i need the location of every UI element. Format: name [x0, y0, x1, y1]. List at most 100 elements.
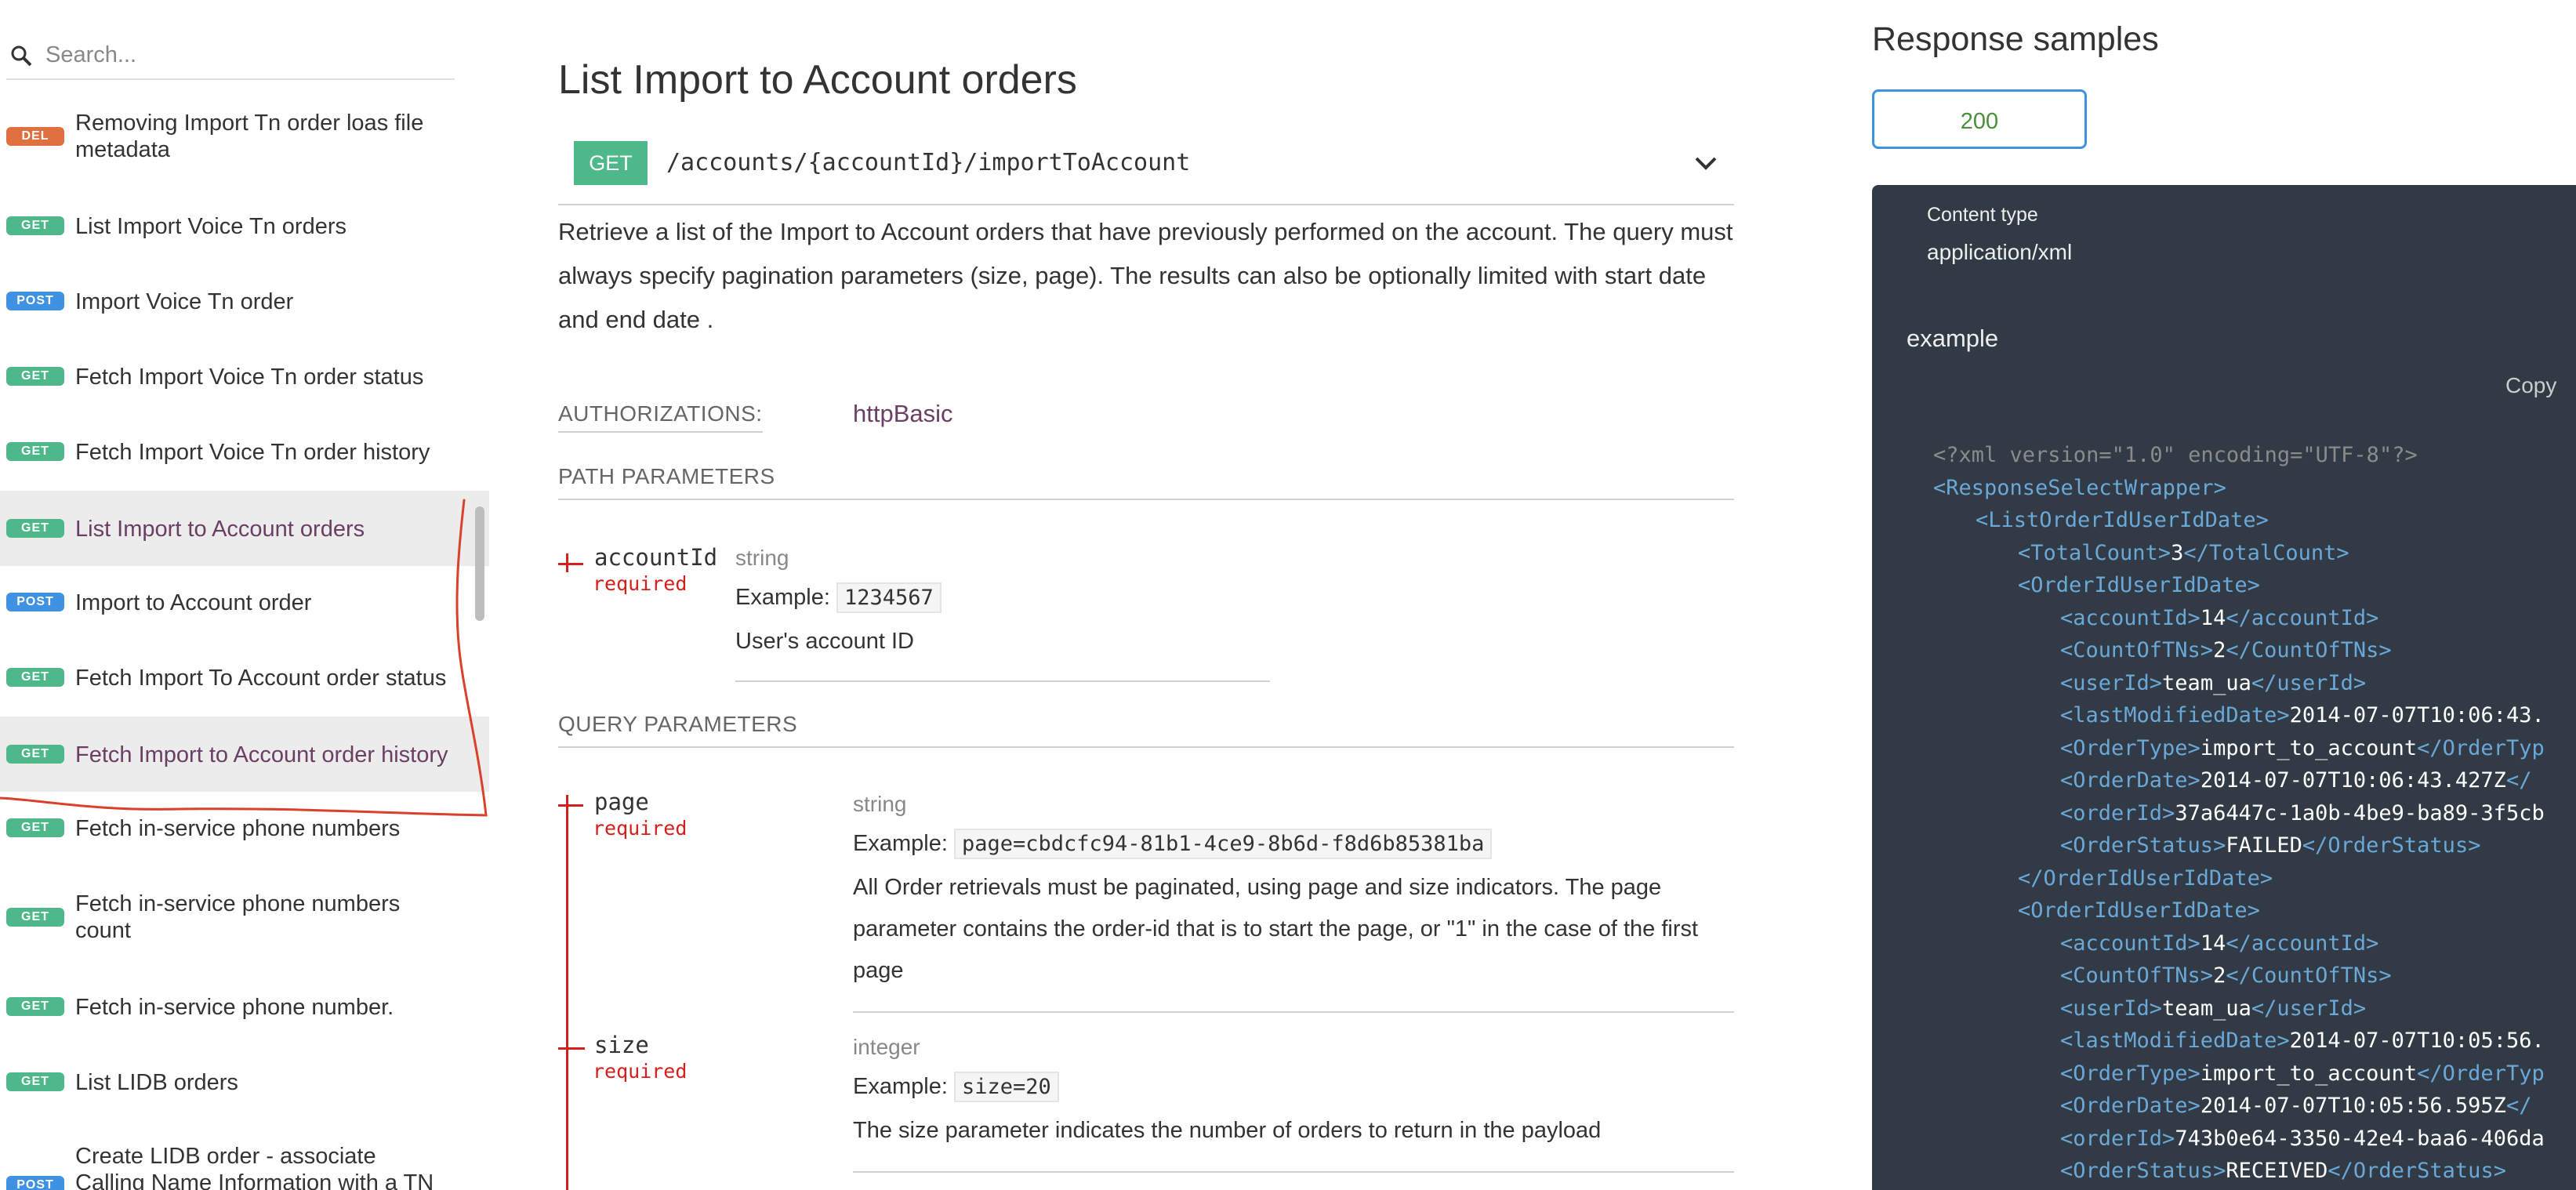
xml-tag: <OrderType> [2060, 1061, 2200, 1086]
sidebar-item-fetch-in-service-phone-number[interactable]: GET Fetch in-service phone number. [0, 989, 489, 1025]
code-line: <OrderIdUserIdDate> [1933, 569, 2545, 602]
param-description: User's account ID [735, 629, 914, 654]
divider [735, 680, 1270, 682]
xml-value: team_ua [2162, 670, 2251, 695]
method-badge: GET [6, 908, 64, 927]
response-tab-200[interactable]: 200 [1872, 89, 2087, 149]
example-selector[interactable]: example [1907, 325, 1998, 353]
endpoint-path: /accounts/{accountId}/importToAccount [666, 149, 1191, 176]
xml-declaration: <?xml version="1.0" encoding="UTF-8"?> [1933, 443, 2418, 467]
search-input[interactable]: Search... [45, 39, 136, 71]
example-value: size=20 [953, 1072, 1059, 1102]
param-name: size [594, 1032, 649, 1058]
sidebar-item-label: List LIDB orders [75, 1070, 238, 1095]
xml-tag: <ListOrderIdUserIdDate> [1976, 508, 2269, 532]
xml-tag: <OrderStatus> [2060, 833, 2226, 858]
xml-value: import_to_account [2200, 735, 2418, 760]
sidebar-item-removing-import-tn-order-loas-file-metadata[interactable]: DEL Removing Import Tn order loas file m… [0, 110, 489, 172]
sidebar-item-fetch-import-to-account-order-history[interactable]: GET Fetch Import to Account order histor… [0, 717, 489, 792]
xml-tag: </accountId> [2226, 605, 2379, 630]
xml-tag: <OrderDate> [2060, 768, 2200, 793]
param-required: required [593, 1060, 688, 1083]
xml-tag: <userId> [2060, 670, 2163, 695]
content-type-value[interactable]: application/xml [1927, 240, 2072, 265]
sidebar-item-label: Import to Account order [75, 590, 312, 615]
xml-tag: </ [2505, 1094, 2532, 1118]
param-description: The size parameter indicates the number … [853, 1118, 1602, 1143]
method-badge: POST [6, 593, 64, 611]
authorizations-value[interactable]: httpBasic [853, 400, 953, 428]
sidebar-item-label: Fetch Import to Account order history [75, 742, 448, 767]
example-value: page=cbdcfc94-81b1-4ce9-8b6d-f8d6b85381b… [953, 829, 1493, 859]
xml-tag: <ResponseSelectWrapper> [1933, 475, 2226, 500]
method-badge: GET [6, 442, 64, 461]
xml-value: 2014-07-07T10:06:43. [2289, 703, 2545, 727]
xml-tag: <OrderType> [2060, 735, 2200, 760]
param-name: page [594, 789, 649, 815]
code-line: <accountId>14</accountId> [1933, 602, 2545, 635]
xml-tag: <lastModifiedDate> [2060, 703, 2290, 727]
response-samples-panel: Response samples 200 Content type applic… [1872, 0, 2576, 1190]
code-line: <orderId>37a6447c-1a0b-4be9-ba89-3f5cb [1933, 797, 2545, 830]
xml-tag: <TotalCount> [2018, 540, 2171, 565]
endpoint-bar[interactable]: GET /accounts/{accountId}/importToAccoun… [558, 138, 1734, 205]
xml-value: 2014-07-07T10:05:56. [2289, 1029, 2545, 1053]
code-line: <TotalCount>3</TotalCount> [1933, 537, 2545, 570]
xml-tag: <orderId> [2060, 1126, 2175, 1151]
code-line: <OrderStatus>FAILED</OrderStatus> [1933, 829, 2545, 862]
code-line: <OrderDate>2014-07-07T10:05:56.595Z</ [1933, 1090, 2545, 1123]
xml-value: 14 [2200, 931, 2226, 956]
param-description: All Order retrievals must be paginated, … [853, 875, 1699, 983]
xml-tag: </ [2505, 768, 2532, 793]
xml-value: 14 [2200, 605, 2226, 630]
code-line: <?xml version="1.0" encoding="UTF-8"?> [1933, 439, 2545, 472]
copy-button[interactable]: Copy [2505, 373, 2556, 398]
sidebar-item-fetch-import-voice-tn-order-status[interactable]: GET Fetch Import Voice Tn order status [0, 359, 489, 395]
xml-value: import_to_account [2200, 1061, 2418, 1086]
sidebar-item-fetch-import-to-account-order-status[interactable]: GET Fetch Import To Account order status [0, 660, 489, 696]
sidebar-item-label: Fetch in-service phone numbers [75, 816, 401, 841]
method-badge: GET [6, 997, 64, 1016]
sidebar-item-create-lidb-order[interactable]: POST Create LIDB order - associate Calli… [0, 1143, 489, 1190]
method-badge: DEL [6, 127, 64, 146]
code-line: <OrderStatus>RECEIVED</OrderStatus> [1933, 1155, 2545, 1188]
method-badge: GET [6, 216, 64, 235]
code-line: <lastModifiedDate>2014-07-07T10:05:56. [1933, 1025, 2545, 1058]
response-code-block: <?xml version="1.0" encoding="UTF-8"?> <R… [1933, 439, 2545, 1188]
sidebar-item-fetch-in-service-phone-numbers-count[interactable]: GET Fetch in-service phone numbers count [0, 891, 489, 945]
response-samples-title: Response samples [1872, 20, 2159, 58]
xml-tag: </OrderIdUserIdDate> [2018, 865, 2273, 891]
param-tree-connector [558, 1047, 585, 1050]
example-value: 1234567 [836, 582, 942, 613]
divider [853, 1171, 1734, 1173]
param-tree-connector [566, 563, 583, 565]
sidebar-item-fetch-import-voice-tn-order-history[interactable]: GET Fetch Import Voice Tn order history [0, 434, 489, 470]
param-type: string [735, 546, 789, 570]
xml-value: 743b0e64-3350-42e4-baa6-406da [2175, 1126, 2545, 1151]
code-line: <userId>team_ua</userId> [1933, 667, 2545, 700]
response-code-panel: Content type application/xml example Cop… [1872, 185, 2576, 1190]
sidebar-item-list-import-to-account-orders[interactable]: GET List Import to Account orders [0, 491, 489, 566]
code-line: <OrderType>import_to_account</OrderTyp [1933, 1058, 2545, 1090]
sidebar-item-fetch-in-service-phone-numbers[interactable]: GET Fetch in-service phone numbers [0, 811, 489, 847]
sidebar-scrollbar[interactable] [475, 506, 484, 621]
sidebar-item-import-voice-tn-order[interactable]: POST Import Voice Tn order [0, 284, 489, 320]
xml-value: 2014-07-07T10:05:56.595Z [2200, 1094, 2506, 1118]
sidebar-item-list-lidb-orders[interactable]: GET List LIDB orders [0, 1065, 489, 1101]
code-line: <orderId>743b0e64-3350-42e4-baa6-406da [1933, 1123, 2545, 1156]
chevron-down-icon[interactable] [1693, 154, 1718, 172]
endpoint-description: Retrieve a list of the Import to Account… [558, 218, 1733, 333]
sidebar-item-list-import-voice-tn-orders[interactable]: GET List Import Voice Tn orders [0, 209, 489, 245]
sidebar-item-label: Removing Import Tn order loas file metad… [75, 111, 424, 162]
xml-value: 3 [2171, 540, 2184, 565]
sidebar-item-import-to-account-order[interactable]: POST Import to Account order [0, 585, 489, 621]
code-line: <CountOfTNs>2</CountOfTNs> [1933, 634, 2545, 667]
xml-tag: </OrderTyp [2417, 735, 2545, 760]
method-badge: GET [6, 818, 64, 837]
search-bar[interactable]: Search... [6, 31, 455, 80]
method-badge: GET [6, 745, 64, 764]
xml-value: team_ua [2162, 996, 2251, 1021]
sidebar-item-label: Fetch Import To Account order status [75, 666, 447, 691]
code-line: <OrderDate>2014-07-07T10:06:43.427Z</ [1933, 764, 2545, 797]
method-badge: POST [6, 1176, 64, 1190]
